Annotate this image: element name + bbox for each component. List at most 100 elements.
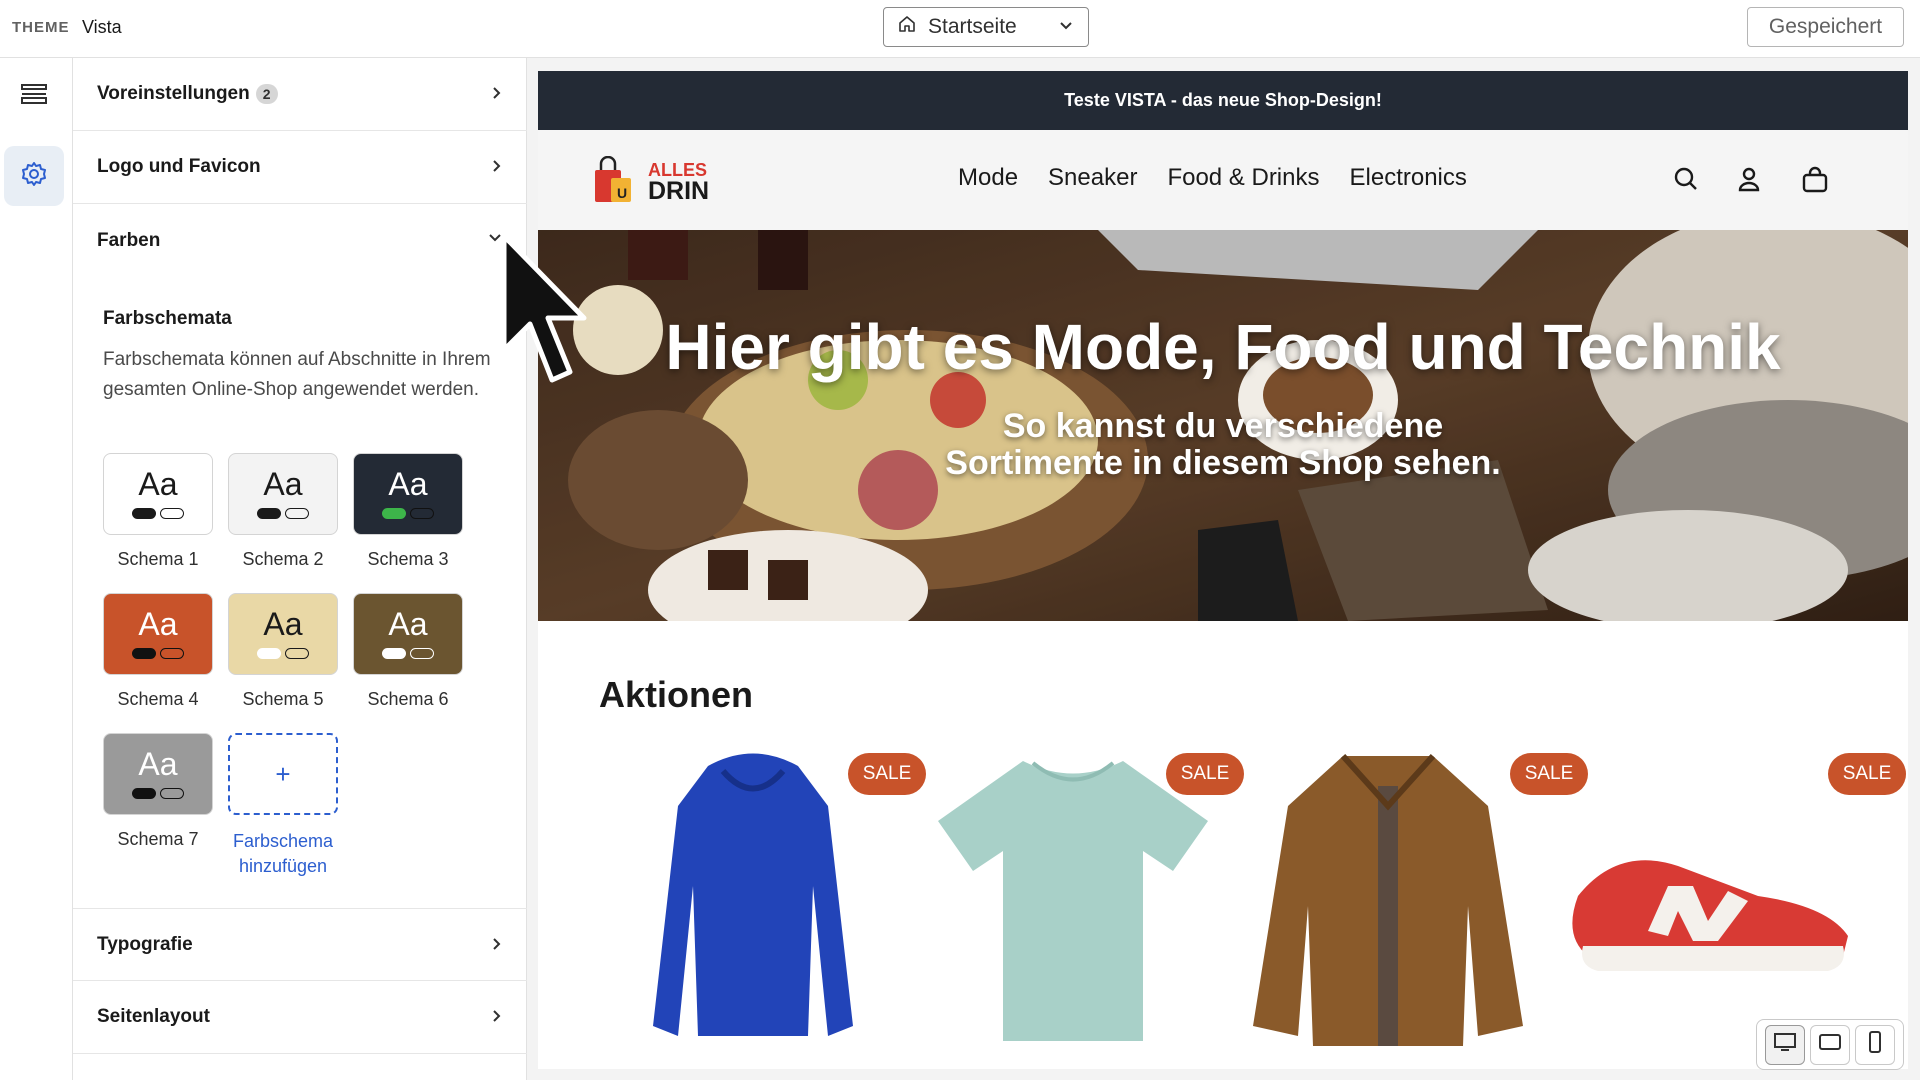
accordion-voreinstellungen[interactable]: Voreinstellungen 2 [73,58,527,131]
chevron-down-icon [1058,15,1074,39]
secondary-button-pill [160,508,184,519]
accordion-label: Seitenlayout [97,1006,210,1027]
add-color-scheme-label[interactable]: Farbschema hinzufügen [213,829,353,879]
rail-settings-button[interactable] [4,146,64,206]
desktop-icon [1773,1032,1797,1057]
home-icon [898,15,916,39]
product-image-sneaker [1572,860,1848,971]
color-scheme-swatch[interactable]: Aa [353,593,463,675]
nav-item-mode[interactable]: Mode [958,164,1018,192]
store-preview: Teste VISTA - das neue Shop-Design! U AL… [538,71,1908,1069]
chevron-right-icon [489,1008,503,1029]
announcement-bar: Teste VISTA - das neue Shop-Design! [538,71,1908,130]
chevron-right-icon [489,158,503,179]
nav-item-sneaker[interactable]: Sneaker [1048,164,1137,192]
editor-topbar: THEME Vista Startseite Gespeichert [0,0,1920,58]
main-nav: Mode Sneaker Food & Drinks Electronics [958,164,1467,192]
tablet-icon [1818,1032,1842,1057]
nav-item-food-drinks[interactable]: Food & Drinks [1167,164,1319,192]
farbschemata-description: Farbschemata können auf Abschnitte in Ih… [103,349,491,400]
editor-rail [0,58,73,1080]
announcement-text: Teste VISTA - das neue Shop-Design! [1064,90,1382,110]
chevron-right-icon [489,85,503,106]
primary-button-pill [257,648,281,659]
page-select[interactable]: Startseite [883,7,1089,47]
color-scheme-label: Schema 1 [117,549,199,569]
saved-button[interactable]: Gespeichert [1747,7,1904,47]
color-scheme-label: Schema 4 [117,689,199,709]
accordion-seitenlayout[interactable]: Seitenlayout [73,981,527,1054]
sale-badge: SALE [1828,753,1906,795]
secondary-button-pill [160,648,184,659]
accordion-label: Voreinstellungen [97,83,250,104]
page-select-value: Startseite [928,15,1017,38]
accordion-farben[interactable]: Farben [73,204,527,277]
cart-bag-icon[interactable] [1801,166,1829,199]
theme-label: THEME [12,19,70,36]
color-scheme-sample-text: Aa [388,466,428,502]
color-scheme-sample-text: Aa [138,746,178,782]
color-scheme-swatch[interactable]: Aa [103,593,213,675]
rail-sections-button[interactable] [4,66,64,126]
chevron-right-icon [489,936,503,957]
secondary-button-pill [285,648,309,659]
theme-name: Vista [82,17,122,37]
hero-subtitle: So kannst du verschiedene Sortimente in … [538,408,1908,482]
sections-icon [20,82,48,111]
sale-badge: SALE [1166,753,1244,795]
plus-icon: + [275,758,291,789]
desktop-view-button[interactable] [1765,1024,1806,1065]
hero-subtitle-line: Sortimente in diesem Shop sehen. [945,444,1501,482]
tablet-view-button[interactable] [1809,1024,1850,1065]
color-scheme-sample-text: Aa [138,466,178,502]
hero-subtitle-line: So kannst du verschiedene [1002,407,1444,445]
color-scheme-swatch[interactable]: Aa [103,733,213,815]
section-title-aktionen: Aktionen [599,674,754,715]
add-color-scheme-button[interactable]: + [228,733,338,815]
product-card-sneaker[interactable]: SALE [1548,746,1906,1066]
product-card-hoodie[interactable]: SALE [618,746,926,1066]
accordion-label: Logo und Favicon [97,156,261,177]
color-scheme-sample-text: Aa [263,606,303,642]
account-icon[interactable] [1736,166,1762,197]
accordion-typografie[interactable]: Typografie [73,908,527,981]
shop-header: U ALLES DRIN Mode Sneaker Food & Drinks … [538,130,1908,230]
color-scheme-swatch[interactable]: Aa [228,593,338,675]
svg-text:U: U [617,185,627,201]
shop-logo[interactable]: U ALLES DRIN [593,155,713,211]
color-scheme-swatch[interactable]: Aa [228,453,338,535]
product-image-tshirt [938,761,1208,1041]
count-badge: 2 [255,84,278,104]
primary-button-pill [382,508,406,519]
nav-item-electronics[interactable]: Electronics [1350,164,1467,192]
mobile-icon [1867,1030,1883,1059]
gear-icon [20,160,48,193]
accordion-label: Farben [97,229,161,251]
farbschemata-title: Farbschemata [103,308,232,329]
color-scheme-label: Schema 6 [367,689,449,709]
logo-text-bottom: DRIN [648,177,710,205]
primary-button-pill [132,648,156,659]
product-image-jacket [1253,753,1523,1046]
color-scheme-swatch[interactable]: Aa [353,453,463,535]
color-scheme-sample-text: Aa [138,606,178,642]
primary-button-pill [132,508,156,519]
sale-badge: SALE [848,753,926,795]
mouse-cursor-icon [500,232,595,397]
color-scheme-label: Schema 5 [242,689,324,709]
color-scheme-label: Schema 7 [117,829,199,849]
primary-button-pill [132,788,156,799]
secondary-button-pill [410,508,434,519]
product-card-tshirt[interactable]: SALE [933,746,1244,1066]
primary-button-pill [257,508,281,519]
primary-button-pill [382,648,406,659]
mobile-view-button[interactable] [1854,1024,1895,1065]
color-scheme-label: Schema 2 [242,549,324,569]
secondary-button-pill [160,788,184,799]
search-icon[interactable] [1673,166,1699,197]
product-card-jacket[interactable]: SALE [1248,746,1588,1066]
accordion-logo-favicon[interactable]: Logo und Favicon [73,131,527,204]
color-scheme-swatch[interactable]: Aa [103,453,213,535]
secondary-button-pill [410,648,434,659]
color-scheme-sample-text: Aa [263,466,303,502]
